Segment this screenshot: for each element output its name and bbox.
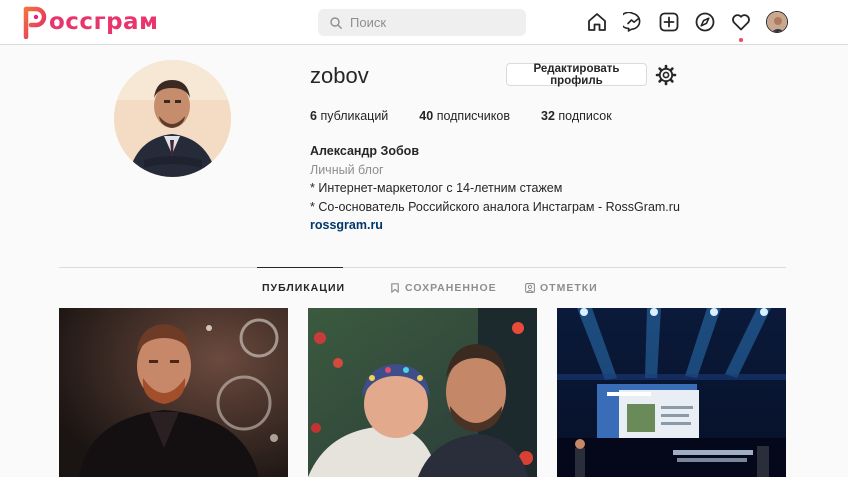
avatar [766,11,788,33]
post-couple-selfie[interactable] [308,308,537,477]
logo-mark-icon [23,6,47,39]
tab-label: СОХРАНЕННОЕ [405,282,497,294]
profile-website-link[interactable]: rossgram.ru [310,216,680,235]
profile-stats: 6 публикаций 40 подписчиков 32 подписок [310,108,643,124]
profile-full-name: Александр Зобов [310,144,420,158]
gear-icon[interactable] [655,64,677,86]
tab-saved[interactable]: СОХРАНЕННОЕ [390,268,497,308]
search-icon [330,16,342,29]
post-stage-event[interactable] [557,308,786,477]
profile-avatar-icon[interactable] [766,11,788,33]
messenger-icon[interactable] [622,11,644,33]
logo-text: оссграм [49,9,159,35]
activity-indicator-dot [739,38,743,42]
followers-count[interactable]: 40 подписчиков [419,108,510,124]
posts-count[interactable]: 6 публикаций [310,108,388,124]
search-input[interactable] [350,15,520,30]
following-count[interactable]: 32 подписок [541,108,612,124]
tag-icon [525,283,535,293]
top-navigation-bar: оссграм [0,0,848,45]
search-box[interactable] [318,9,526,36]
tab-posts[interactable]: ПУБЛИКАЦИИ [257,267,346,307]
bio-line: * Интернет-маркетолог с 14-летним стажем [310,181,563,195]
activity-heart-icon[interactable] [730,11,752,42]
tab-label: ОТМЕТКИ [540,282,598,294]
new-post-icon[interactable] [658,11,680,33]
profile-avatar[interactable] [114,60,231,177]
app-logo[interactable]: оссграм [22,5,158,39]
profile-username: zobov [310,63,369,88]
explore-icon[interactable] [694,11,716,33]
profile-bio: Александр Зобов Личный блог * Интернет-м… [310,142,680,235]
edit-profile-button[interactable]: Редактировать профиль [506,63,647,87]
bookmark-icon [391,283,399,293]
profile-category: Личный блог [310,162,384,177]
tab-tagged[interactable]: ОТМЕТКИ [525,268,598,308]
tab-label: ПУБЛИКАЦИИ [262,282,346,294]
post-man-christmas[interactable] [59,308,288,477]
home-icon[interactable] [586,11,608,33]
bio-line: * Со-основатель Российского аналога Инст… [310,199,680,214]
nav-icons [586,11,802,42]
